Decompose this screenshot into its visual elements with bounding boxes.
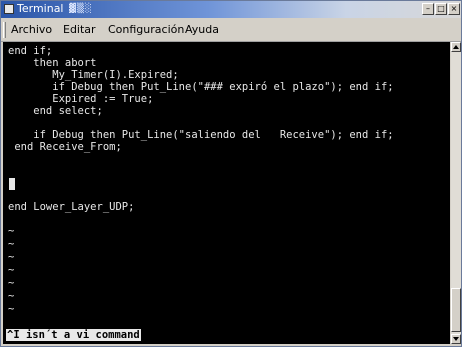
vertical-scrollbar[interactable] xyxy=(451,42,461,344)
scrollbar-thumb[interactable] xyxy=(451,288,461,332)
minimize-button[interactable]: – xyxy=(422,3,434,15)
title-decoration: ▓▒░ xyxy=(69,4,93,14)
tilde-line: ~ xyxy=(8,251,15,263)
tilde-line: ~ xyxy=(8,225,15,237)
terminal-app-icon xyxy=(4,4,14,14)
tilde-line: ~ xyxy=(8,238,15,250)
scroll-up-button[interactable] xyxy=(451,42,461,52)
terminal-line: end Receive_From; xyxy=(8,141,122,153)
close-button[interactable]: × xyxy=(448,3,460,15)
terminal-line: end Lower_Layer_UDP; xyxy=(8,201,135,213)
terminal-line: Expired := True; xyxy=(8,93,154,105)
terminal-window: Terminal ▓▒░ – □ × Archivo Editar Config… xyxy=(0,0,462,347)
terminal-line: if Debug then Put_Line("saliendo del Rec… xyxy=(8,129,394,141)
terminal-output[interactable]: end if; then abort My_Timer(I).Expired; … xyxy=(3,42,450,344)
menu-editar[interactable]: Editar xyxy=(63,23,96,36)
tilde-line: ~ xyxy=(8,290,15,302)
menu-archivo[interactable]: Archivo xyxy=(11,23,52,36)
tilde-line: ~ xyxy=(8,277,15,289)
maximize-button[interactable]: □ xyxy=(435,3,447,15)
title-bar[interactable]: Terminal ▓▒░ – □ × xyxy=(1,1,461,18)
tilde-line: ~ xyxy=(8,303,15,315)
tilde-line: ~ xyxy=(8,264,15,276)
menu-configuracion[interactable]: Configuración xyxy=(108,23,184,36)
terminal-line: if Debug then Put_Line("### expiró el pl… xyxy=(8,81,394,93)
menu-ayuda[interactable]: Ayuda xyxy=(185,23,219,36)
terminal-line: My_Timer(I).Expired; xyxy=(8,69,179,81)
terminal-line: end select; xyxy=(8,105,103,117)
terminal-line: then abort xyxy=(8,57,97,69)
window-title: Terminal xyxy=(17,2,64,15)
vi-status-message: ^I isn´t a vi command xyxy=(6,329,141,341)
scroll-down-button[interactable] xyxy=(451,334,461,344)
arrow-up-icon xyxy=(453,45,459,49)
text-cursor xyxy=(9,178,15,190)
arrow-down-icon xyxy=(453,337,459,341)
menu-bar: Archivo Editar Configuración Ayuda xyxy=(1,19,461,42)
menubar-grip xyxy=(3,22,6,38)
terminal-line: end if; xyxy=(8,45,53,57)
